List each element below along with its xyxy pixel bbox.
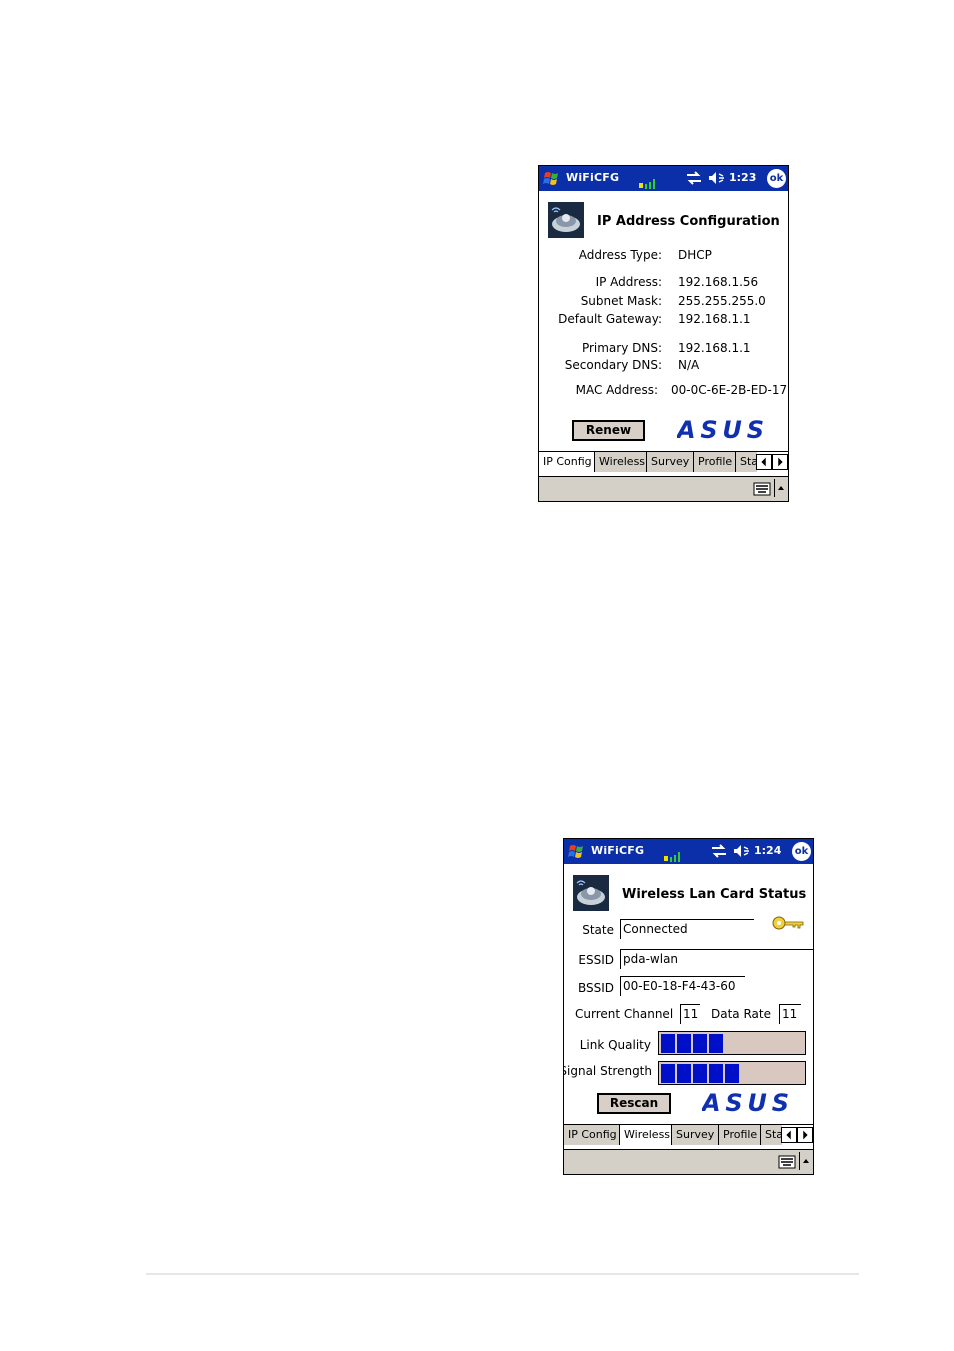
command-bar [564,1149,813,1174]
wifi-app-icon [548,202,584,238]
tab-scroll-left-icon[interactable] [756,454,772,470]
keyboard-icon[interactable] [753,482,771,496]
primary-dns-label: Primary DNS: [581,341,662,355]
svg-text:ASUS: ASUS [677,419,765,441]
state-label: State [582,923,614,937]
meter-segment [709,1034,723,1053]
meter-segment [709,1064,723,1083]
essid-field: pda-wlan [620,949,813,969]
tab-ip-config[interactable]: IP Config [564,1125,619,1145]
svg-text:ASUS: ASUS [702,1092,790,1114]
default-gateway-value: 192.168.1.1 [678,312,751,326]
bssid-label: BSSID [577,981,614,995]
clock[interactable]: 1:24 [754,844,781,857]
page-title: IP Address Configuration [597,214,780,229]
secondary-dns-label: Secondary DNS: [564,358,662,372]
asus-logo: ASUS [677,419,765,441]
command-bar [539,476,788,501]
link-quality-label: Link Quality [579,1038,651,1052]
meter-segment [693,1034,707,1053]
ok-button[interactable]: ok [767,169,786,188]
ok-button[interactable]: ok [792,842,811,861]
connectivity-icon[interactable] [685,170,703,186]
speaker-icon[interactable] [707,170,725,186]
ip-address-label: IP Address: [595,275,662,289]
data-rate-field: 11 [779,1004,801,1024]
tab-ip-config[interactable]: IP Config [539,452,594,472]
tab-bar: IP Config Wireless Survey Profile Sta [539,451,788,473]
meter-segment [677,1034,691,1053]
tab-scroll-right-icon[interactable] [772,454,788,470]
default-gateway-label: Default Gateway: [558,312,662,326]
input-menu-arrow-icon[interactable] [774,479,787,497]
windows-start-icon[interactable] [542,169,561,188]
wifi-app-icon [573,875,609,911]
ip-config-screen: WiFiCFG 1:23 ok IP Address Configuration… [538,165,789,502]
signal-strength-meter [658,1061,806,1085]
bssid-field: 00-E0-18-F4-43-60 [620,976,745,996]
signal-icon[interactable] [663,849,683,863]
page-footer-rule [146,1273,859,1275]
tab-status[interactable]: Sta [735,452,757,472]
meter-segment [661,1034,675,1053]
subnet-mask-label: Subnet Mask: [580,294,662,308]
key-icon [772,916,804,930]
title-bar: WiFiCFG 1:23 ok [539,166,788,191]
tab-survey[interactable]: Survey [671,1125,718,1145]
current-channel-field: 11 [680,1004,700,1024]
rescan-button[interactable]: Rescan [597,1093,671,1114]
tab-wireless[interactable]: Wireless [619,1125,671,1145]
state-field: Connected [620,919,754,939]
address-type-label: Address Type: [578,248,662,262]
current-channel-label: Current Channel [575,1007,674,1021]
tab-scroll-left-icon[interactable] [781,1127,797,1143]
subnet-mask-value: 255.255.255.0 [678,294,766,308]
link-quality-meter [658,1031,806,1055]
asus-logo: ASUS [702,1092,790,1114]
meter-segment [693,1064,707,1083]
primary-dns-value: 192.168.1.1 [678,341,751,355]
signal-icon[interactable] [638,176,658,190]
title-bar: WiFiCFG 1:24 ok [564,839,813,864]
app-title: WiFiCFG [566,171,620,184]
clock[interactable]: 1:23 [729,171,756,184]
page-title: Wireless Lan Card Status [622,887,807,902]
windows-start-icon[interactable] [567,842,586,861]
tab-scroll-right-icon[interactable] [797,1127,813,1143]
mac-address-value: 00-0C-6E-2B-ED-17 [671,383,788,397]
connectivity-icon[interactable] [710,843,728,859]
secondary-dns-value: N/A [678,358,700,372]
essid-label: ESSID [578,953,614,967]
data-rate-label: Data Rate [711,1007,771,1021]
tab-wireless[interactable]: Wireless [594,452,646,472]
tab-profile[interactable]: Profile [718,1125,760,1145]
meter-segment [661,1064,675,1083]
tab-survey[interactable]: Survey [646,452,693,472]
meter-segment [677,1064,691,1083]
renew-button[interactable]: Renew [572,420,645,441]
tab-status[interactable]: Sta [760,1125,782,1145]
address-type-value: DHCP [678,248,712,262]
signal-strength-label: Signal Strength [563,1064,652,1078]
ip-address-value: 192.168.1.56 [678,275,759,289]
app-title: WiFiCFG [591,844,645,857]
input-menu-arrow-icon[interactable] [799,1152,812,1170]
keyboard-icon[interactable] [778,1155,796,1169]
mac-address-label: MAC Address: [575,383,658,397]
wireless-status-screen: WiFiCFG 1:24 ok Wireless Lan Card Status… [563,838,814,1175]
speaker-icon[interactable] [732,843,750,859]
tab-profile[interactable]: Profile [693,452,735,472]
tab-bar: IP Config Wireless Survey Profile Sta [564,1124,813,1146]
meter-segment [725,1064,739,1083]
